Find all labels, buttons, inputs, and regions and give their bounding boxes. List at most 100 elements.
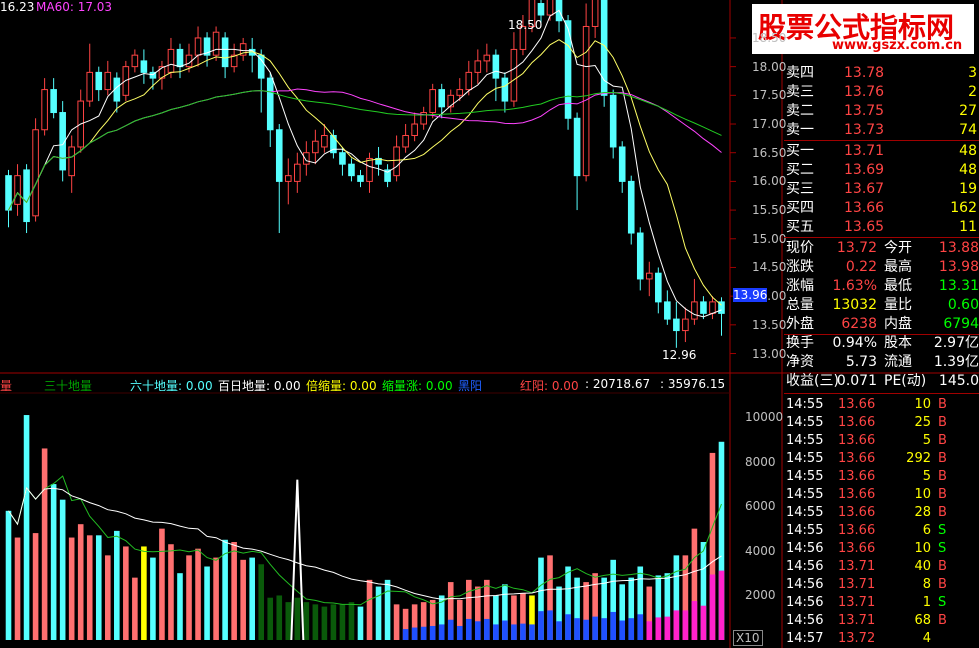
price-tick-label: 16.50 bbox=[752, 145, 787, 160]
candle-body bbox=[573, 117, 581, 177]
volume-bar bbox=[393, 604, 400, 640]
candle-body bbox=[402, 134, 409, 148]
tick-price: 13.66 bbox=[838, 415, 876, 430]
indicator-legend-item: 百日地量: 0.00 bbox=[218, 379, 301, 393]
volume-bar bbox=[303, 602, 310, 640]
tick-price: 13.66 bbox=[838, 505, 876, 520]
overlay-bar bbox=[438, 624, 445, 640]
tick-time: 14:55 bbox=[786, 397, 824, 412]
candle-body bbox=[194, 37, 202, 56]
volume-tick-label: 8000 bbox=[745, 454, 776, 469]
price-tick-label: 18.50 bbox=[752, 30, 787, 45]
candle-body bbox=[691, 301, 698, 320]
overlay-bar bbox=[664, 616, 671, 640]
overlay-bar bbox=[718, 570, 725, 640]
quote-key: 流通 bbox=[884, 354, 912, 370]
indicator-legend-item: 黑阳 bbox=[458, 379, 483, 393]
candle-body bbox=[176, 48, 184, 68]
tick-side: B bbox=[938, 577, 947, 592]
tick-time: 14:55 bbox=[786, 469, 824, 484]
volume-bar bbox=[86, 535, 93, 640]
tick-time: 14:55 bbox=[786, 505, 824, 520]
quote-divider bbox=[784, 237, 979, 238]
overlay-bar bbox=[637, 614, 644, 640]
volume-bar bbox=[285, 602, 292, 640]
quote-key: 股本 bbox=[884, 335, 912, 351]
tick-volume: 4 bbox=[922, 631, 931, 646]
volume-bar bbox=[330, 604, 337, 640]
quote-key: 量比 bbox=[884, 297, 912, 313]
overlay-bar bbox=[565, 614, 571, 640]
quote-key: 现价 bbox=[786, 240, 814, 256]
tick-volume: 40 bbox=[914, 559, 931, 574]
overlay-bar bbox=[502, 620, 508, 640]
candle-body bbox=[104, 71, 112, 91]
quote-value: 0.22 bbox=[845, 259, 877, 275]
candle-body bbox=[591, 0, 599, 27]
buy-level: 买五 13.65 11 bbox=[784, 218, 979, 237]
candle-body bbox=[257, 54, 265, 79]
tick-time: 14:56 bbox=[786, 559, 824, 574]
price-tick-label: 13.50 bbox=[752, 317, 787, 332]
overlay-bar bbox=[538, 611, 544, 640]
volume-bar bbox=[59, 499, 66, 640]
tick-price: 13.66 bbox=[838, 451, 876, 466]
indicator-legend-item: 三十地量 bbox=[44, 379, 93, 393]
volume-bar bbox=[249, 557, 255, 640]
candle-body bbox=[284, 175, 292, 182]
orderbook-level-label: 卖二 bbox=[786, 103, 814, 119]
candle-body bbox=[393, 146, 400, 177]
overlay-bar bbox=[465, 618, 472, 640]
tick-volume: 25 bbox=[914, 415, 931, 430]
orderbook-level-label: 买一 bbox=[786, 143, 814, 159]
price-tick-label: 15.50 bbox=[752, 203, 787, 218]
volume-bar bbox=[213, 557, 219, 640]
orderbook-price: 13.65 bbox=[844, 219, 885, 235]
tick-row: 14:55 13.66 28 B bbox=[784, 504, 979, 522]
tick-volume: 68 bbox=[914, 613, 931, 628]
low-marker: 12.96 bbox=[662, 348, 697, 362]
orderbook-price: 13.71 bbox=[844, 143, 885, 159]
quote-key: 今开 bbox=[884, 240, 912, 256]
candle-body bbox=[212, 31, 220, 56]
price-tick-label: 17.50 bbox=[752, 88, 787, 103]
sell-level: 卖三 13.76 2 bbox=[784, 83, 979, 102]
current-price-tag: 13.96 bbox=[733, 288, 768, 302]
tick-time: 14:56 bbox=[786, 577, 824, 592]
orderbook-volume: 11 bbox=[959, 219, 977, 235]
orderbook-level-label: 买四 bbox=[786, 200, 814, 216]
quote-value: 1.63% bbox=[832, 278, 877, 294]
overlay-bar bbox=[709, 574, 716, 640]
volume-bar bbox=[258, 564, 265, 640]
tick-volume: 10 bbox=[914, 397, 931, 412]
volume-bar bbox=[14, 537, 21, 640]
overlay-bar bbox=[700, 605, 707, 640]
volume-tick-label: 6000 bbox=[745, 499, 776, 514]
quote-key: 内盘 bbox=[884, 316, 912, 332]
tick-price: 13.66 bbox=[838, 397, 876, 412]
tick-row: 14:55 13.66 5 B bbox=[784, 468, 979, 486]
volume-bar bbox=[41, 448, 48, 640]
orderbook-level-label: 买三 bbox=[786, 181, 814, 197]
overlay-bar bbox=[411, 627, 418, 640]
volume-bar bbox=[114, 530, 120, 640]
tick-side: B bbox=[938, 613, 947, 628]
overlay-bar bbox=[556, 621, 562, 640]
volume-bar bbox=[132, 577, 138, 640]
candle-body bbox=[167, 48, 175, 73]
orderbook-price: 13.76 bbox=[844, 84, 885, 100]
quote-value: 13.72 bbox=[836, 240, 877, 256]
price-tick-label: 13.00 bbox=[752, 346, 787, 361]
tick-row: 14:56 13.71 1 S bbox=[784, 594, 979, 612]
tick-time: 14:57 bbox=[786, 631, 824, 646]
quote-value: 13.88 bbox=[938, 240, 979, 256]
quote-row: 外盘 6238 内盘 6794 bbox=[784, 315, 979, 334]
overlay-bar bbox=[646, 621, 653, 640]
volume-bar bbox=[312, 604, 319, 640]
tick-time: 14:56 bbox=[786, 613, 824, 628]
candle-body bbox=[609, 94, 617, 148]
candle-body bbox=[221, 37, 229, 68]
quote-value: 0.94% bbox=[832, 335, 877, 351]
volume-bar bbox=[276, 595, 283, 640]
indicator-legend-item: : 35976.15 bbox=[660, 377, 726, 391]
